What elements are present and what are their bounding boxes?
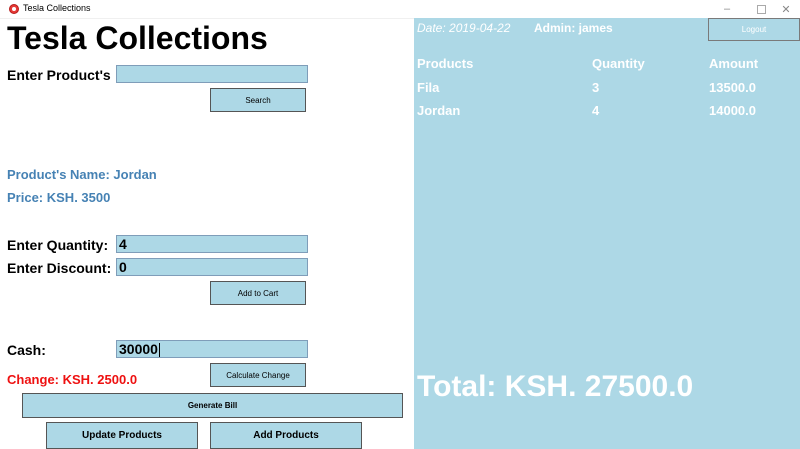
product-price: Price: KSH. 3500 xyxy=(7,190,111,205)
cart-product: Jordan xyxy=(417,103,461,118)
quantity-label: Enter Quantity: xyxy=(7,237,109,253)
cart-quantity: 3 xyxy=(592,80,600,95)
admin-label: Admin: james xyxy=(534,21,613,35)
app-title: Tesla Collections xyxy=(7,20,268,56)
cart-amount: 13500.0 xyxy=(709,80,756,95)
cash-input[interactable]: 30000 xyxy=(116,340,308,358)
product-name: Product's Name: Jordan xyxy=(7,167,157,182)
cash-value: 30000 xyxy=(119,341,158,357)
window-titlebar: Tesla Collections – ✕ xyxy=(0,0,800,19)
app-icon xyxy=(9,4,19,14)
change-text: Change: KSH. 2500.0 xyxy=(7,372,138,387)
logout-button[interactable]: Logout xyxy=(708,18,800,41)
add-products-button[interactable]: Add Products xyxy=(210,422,362,449)
quantity-input[interactable]: 4 xyxy=(116,235,308,253)
cart-amount: 14000.0 xyxy=(709,103,756,118)
close-button[interactable]: ✕ xyxy=(772,0,800,18)
column-header-products: Products xyxy=(417,56,474,71)
discount-input[interactable]: 0 xyxy=(116,258,308,276)
search-button[interactable]: Search xyxy=(210,88,306,112)
maximize-icon xyxy=(756,4,766,14)
add-to-cart-button[interactable]: Add to Cart xyxy=(210,281,306,305)
cart-quantity: 4 xyxy=(592,103,600,118)
column-header-amount: Amount xyxy=(709,56,759,71)
window-title: Tesla Collections xyxy=(23,3,91,13)
total-label: Total: KSH. 27500.0 xyxy=(417,370,694,403)
generate-bill-button[interactable]: Generate Bill xyxy=(22,393,403,418)
search-input[interactable] xyxy=(116,65,308,83)
cash-label: Cash: xyxy=(7,342,46,358)
bill-panel: Date: 2019-04-22 Admin: james Logout Pro… xyxy=(414,18,800,449)
update-products-button[interactable]: Update Products xyxy=(46,422,198,449)
date-label: Date: 2019-04-22 xyxy=(417,21,511,35)
text-cursor xyxy=(158,343,160,358)
search-label: Enter Product's xyxy=(7,67,111,83)
cart-product: Fila xyxy=(417,80,440,95)
calculate-change-button[interactable]: Calculate Change xyxy=(210,363,306,387)
column-header-quantity: Quantity xyxy=(592,56,645,71)
discount-label: Enter Discount: xyxy=(7,260,112,276)
minimize-button[interactable]: – xyxy=(710,0,744,18)
